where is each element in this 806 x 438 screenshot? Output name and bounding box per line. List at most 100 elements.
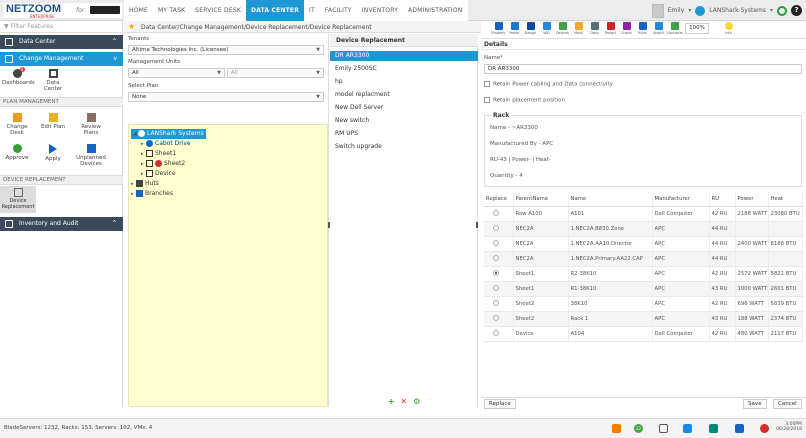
cancel-button[interactable]: Cancel	[773, 399, 802, 409]
power-icon[interactable]	[760, 424, 769, 433]
contracts-button[interactable]: Contracts	[667, 21, 683, 35]
help-icon[interactable]: ?	[791, 5, 802, 16]
refresh-icon[interactable]	[777, 5, 787, 16]
module-inventory-audit[interactable]: Inventory and Audit ^	[0, 217, 123, 231]
unplanned-devices-button[interactable]: Unplanned Devices	[76, 144, 106, 167]
module-change-management[interactable]: Change Management v	[0, 52, 123, 66]
alert-icon[interactable]	[612, 424, 621, 433]
save-button[interactable]: Save	[743, 399, 767, 409]
module-data-center[interactable]: Data Center ^	[0, 35, 123, 49]
list-item[interactable]: RM UPS	[330, 129, 478, 139]
nav-tab-home[interactable]: HOME	[124, 0, 153, 21]
info-button[interactable]: Info	[721, 21, 736, 35]
nav-tab-inventory[interactable]: INVENTORY	[357, 0, 403, 21]
list-item[interactable]: hp	[330, 77, 478, 87]
sync-icon[interactable]	[683, 424, 692, 433]
favorite-star-icon[interactable]: ★	[128, 23, 135, 31]
tree-node-sheet1[interactable]: ▸ Sheet1	[141, 149, 176, 159]
dash-button[interactable]: Dash	[587, 21, 602, 35]
column-header-parent-name[interactable]: ParentName	[513, 192, 569, 207]
column-header-manufacturer[interactable]: Manufacturer	[652, 192, 710, 207]
nav-tab-service-desk[interactable]: SERVICE DESK	[190, 0, 246, 21]
table-row[interactable]: Sheet1 R2-38K10 APC 42 RU 2572 WATT 5821 BTU	[484, 266, 803, 282]
globe-icon[interactable]	[695, 5, 706, 16]
property-button[interactable]: Property	[491, 21, 506, 35]
management-units-select[interactable]: All ▼	[128, 68, 225, 78]
replace-radio[interactable]	[493, 329, 499, 336]
org-chevron-down-icon[interactable]: ▾	[770, 7, 773, 14]
management-units-select-2[interactable]: All ▼	[227, 68, 324, 78]
power-button[interactable]: Power	[507, 21, 522, 35]
attach-button[interactable]: Attach	[651, 21, 666, 35]
replace-radio[interactable]	[493, 284, 499, 291]
table-row[interactable]: NEC2A 1.NEC2A.Primary.AA22.CAP APC 44 RU	[484, 251, 803, 267]
user-name[interactable]: Emily	[668, 7, 685, 14]
zoom-select[interactable]: 100%	[685, 23, 709, 34]
replace-radio[interactable]	[493, 224, 499, 231]
table-row[interactable]: Sheet1 R1-38K10 APC 43 RU 1000 WATT 2601 BTU	[484, 281, 803, 297]
change-desk-button[interactable]: Change Desk	[2, 113, 32, 136]
column-header-replace[interactable]: Replace	[484, 192, 514, 207]
replace-radio-selected[interactable]	[493, 269, 499, 276]
table-row[interactable]: NEC2A 1.NEC2A.B830.Zone APC 44 RU	[484, 221, 803, 237]
apply-button[interactable]: Apply	[38, 144, 68, 162]
list-item[interactable]: Switch upgrade	[330, 142, 478, 152]
replace-radio[interactable]	[493, 239, 499, 246]
replace-radio[interactable]	[493, 314, 499, 321]
network-icon[interactable]	[709, 424, 718, 433]
nav-tab-data-center[interactable]: DATA CENTER	[245, 0, 305, 21]
replace-radio[interactable]	[493, 254, 499, 261]
table-row[interactable]: Sheet2 38K10 APC 42 RU 696 WATT 5839 BTU	[484, 296, 803, 312]
filter-features-input[interactable]: ▼ Filter Features	[0, 21, 123, 33]
user-chevron-down-icon[interactable]: ▾	[688, 7, 691, 14]
nav-tab-it[interactable]: IT	[304, 0, 320, 21]
table-row[interactable]: Row A100 A101 Dell Computer 42 RU 2188 WATT 2…	[484, 206, 803, 222]
charts-button[interactable]: Charts	[619, 21, 634, 35]
retain-placement-checkbox[interactable]: Retain placement position	[484, 97, 565, 105]
dashboards-button[interactable]: 0 Dashboards	[2, 67, 35, 86]
report-button[interactable]: Report	[603, 21, 618, 35]
design-button[interactable]: Design	[523, 21, 538, 35]
list-item[interactable]: Emily 2500SC	[330, 64, 478, 74]
list-item[interactable]: model replacment	[330, 90, 478, 100]
name-field[interactable]: DR AR3300	[484, 64, 802, 74]
nav-tab-administration[interactable]: ADMINISTRATION	[403, 0, 467, 21]
device-replacement-nav-button[interactable]: Device Replacement	[0, 186, 36, 213]
replace-button[interactable]: Replace	[484, 399, 516, 409]
settings-icon[interactable]: ⚙	[413, 397, 420, 406]
tree-node-branches[interactable]: ▸ Branches	[131, 189, 173, 199]
nav-tab-facility[interactable]: FACILITY	[320, 0, 357, 21]
rules-button[interactable]: Rules	[635, 21, 650, 35]
vad-button[interactable]: VAD	[539, 21, 554, 35]
tenants-select[interactable]: Altima Technologies Inc. (Licensee) ▼	[128, 45, 324, 55]
column-header-name[interactable]: Name	[568, 192, 653, 207]
org-name[interactable]: LANShark Systems	[709, 7, 766, 14]
column-header-power[interactable]: Power	[735, 192, 769, 207]
tree-node-huts[interactable]: ▸ Huts	[131, 179, 159, 189]
list-item[interactable]: New switch	[330, 116, 478, 126]
tree-node-cabot-drive[interactable]: ▸ Cabot Drive	[141, 139, 191, 149]
chat-icon[interactable]	[659, 424, 668, 433]
replace-radio[interactable]	[493, 209, 499, 216]
column-header-ru[interactable]: RU	[709, 192, 736, 207]
list-item[interactable]: New Dell Server	[330, 103, 478, 113]
edit-plan-button[interactable]: Edit Plan	[38, 113, 68, 130]
tree-node-root[interactable]: ◢ LANShark Systems	[131, 129, 206, 139]
column-header-heat[interactable]: Heat	[768, 192, 803, 207]
table-row[interactable]: Sheet2 Rack 1 APC 43 RU 188 WATT 2374 BTU	[484, 311, 803, 327]
table-row[interactable]: Device A104 Dell Computer 42 RU 480 WATT 2117…	[484, 326, 803, 342]
review-plans-button[interactable]: Review Plans	[76, 113, 106, 136]
retain-power-checkbox[interactable]: Retain Power cabling and Data connectivi…	[484, 81, 613, 89]
list-item[interactable]: DR AR3300	[330, 51, 478, 61]
lock-icon[interactable]	[735, 424, 744, 433]
table-row[interactable]: NEC2A 1.NEC2A.AA10.Director APC 44 RU 2400 W…	[484, 236, 803, 252]
replace-radio[interactable]	[493, 299, 499, 306]
delete-icon[interactable]: ✕	[400, 397, 407, 406]
notifications-badge[interactable]: 22	[634, 424, 643, 433]
data-center-button[interactable]: Data Center	[38, 69, 68, 92]
mask-button[interactable]: Mask	[571, 21, 586, 35]
tree-node-device[interactable]: ▸ Device	[141, 169, 176, 179]
tree-node-sheet2[interactable]: ▸ Sheet2	[141, 159, 185, 169]
devices-button[interactable]: Devices	[555, 21, 570, 35]
add-icon[interactable]: +	[388, 397, 395, 406]
